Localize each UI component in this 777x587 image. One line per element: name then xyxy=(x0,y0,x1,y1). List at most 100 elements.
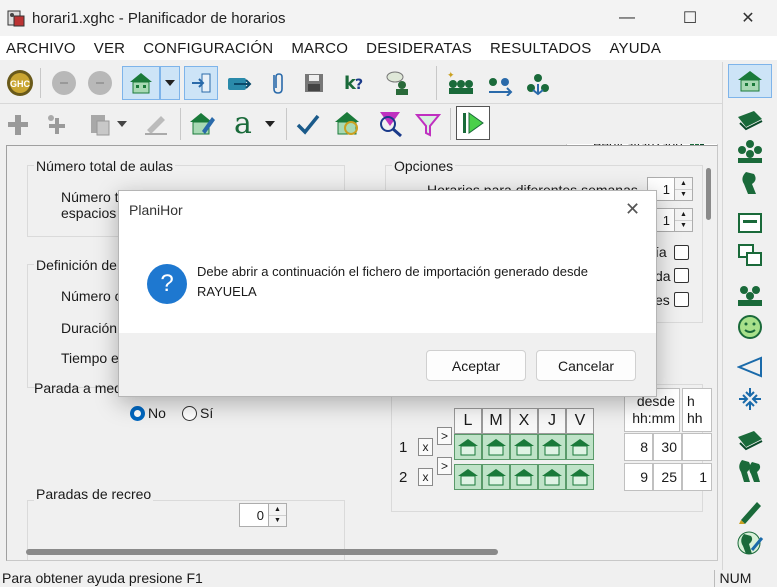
sidebar-teacher-edit-icon[interactable] xyxy=(735,528,765,558)
stepper-up-icon[interactable]: ▲ xyxy=(675,178,692,190)
menu-desideratas[interactable]: DESIDERATAS xyxy=(366,40,472,57)
row1-x-classroom-icon[interactable] xyxy=(510,434,538,460)
row2-l-classroom-icon[interactable] xyxy=(454,464,482,490)
menu-configuracion[interactable]: CONFIGURACIÓN xyxy=(143,40,273,57)
cancel-button[interactable]: Cancelar xyxy=(536,350,636,381)
option-checkbox-2[interactable] xyxy=(674,268,689,283)
row1-l-classroom-icon[interactable] xyxy=(454,434,482,460)
row1-end[interactable] xyxy=(682,433,712,461)
row2-j-classroom-icon[interactable] xyxy=(538,464,566,490)
magnifier-icon[interactable] xyxy=(374,108,406,140)
row2-m-classroom-icon[interactable] xyxy=(482,464,510,490)
filter-icon[interactable] xyxy=(412,108,444,140)
sidebar-teacher-icon[interactable] xyxy=(735,168,765,198)
chevron-down-icon[interactable] xyxy=(114,108,130,140)
stepper-down-icon[interactable]: ▼ xyxy=(675,189,692,200)
group-sparkle-icon[interactable]: ✦ xyxy=(444,67,476,99)
check-icon[interactable] xyxy=(292,108,324,140)
sidebar-arrow-left-icon[interactable] xyxy=(735,352,765,382)
maximize-button[interactable]: ☐ xyxy=(660,0,720,36)
classroom-house-button[interactable] xyxy=(122,66,160,100)
add-group-disabled-icon[interactable] xyxy=(40,108,72,140)
day-header-v: V xyxy=(566,408,594,434)
sidebar-screen-icon[interactable] xyxy=(735,208,765,238)
group-swap-icon[interactable] xyxy=(484,67,516,99)
disabled-circle-icon-2[interactable] xyxy=(84,67,116,99)
sidebar-smiley-icon[interactable] xyxy=(735,312,765,342)
row1-j-classroom-icon[interactable] xyxy=(538,434,566,460)
radio-no-label: No xyxy=(148,405,166,421)
hasta-header: h hh xyxy=(682,388,712,432)
sidebar-subjects-icon-2[interactable] xyxy=(735,424,765,454)
title-bar: horari1.xghc - Planificador de horarios … xyxy=(0,0,777,36)
opciones-title: Opciones xyxy=(392,158,456,174)
sidebar-teachers-icon[interactable] xyxy=(735,456,765,486)
toolbar-separator xyxy=(286,108,287,140)
edit-classroom-icon[interactable] xyxy=(186,108,218,140)
option-tail-3: es xyxy=(655,292,670,308)
run-play-icon[interactable] xyxy=(456,106,490,140)
minimize-button[interactable]: — xyxy=(597,0,657,36)
sidebar-people-icon[interactable] xyxy=(735,280,765,310)
menu-marco[interactable]: MARCO xyxy=(291,40,348,57)
group-spread-icon[interactable] xyxy=(522,67,554,99)
teacher-transfer-icon[interactable] xyxy=(222,67,254,99)
vertical-scrollbar[interactable] xyxy=(706,168,711,220)
sidebar-groups-icon[interactable] xyxy=(735,136,765,166)
horizontal-scrollbar[interactable] xyxy=(26,549,498,555)
search-classroom-icon[interactable] xyxy=(332,108,364,140)
save-icon[interactable] xyxy=(298,67,330,99)
row1-minute[interactable]: 30 xyxy=(653,433,682,461)
close-button[interactable]: ✕ xyxy=(718,0,777,36)
help-context-icon[interactable]: k? xyxy=(338,67,370,99)
row2-v-classroom-icon[interactable] xyxy=(566,464,594,490)
row2-minute[interactable]: 25 xyxy=(653,463,682,491)
row1-hour[interactable]: 8 xyxy=(624,433,653,461)
radio-si[interactable] xyxy=(182,406,197,421)
row2-x-classroom-icon[interactable] xyxy=(510,464,538,490)
menu-ayuda[interactable]: AYUDA xyxy=(609,40,661,57)
chevron-down-icon[interactable] xyxy=(160,66,180,100)
stepper-up-icon[interactable]: ▲ xyxy=(269,504,286,516)
menu-resultados[interactable]: RESULTADOS xyxy=(490,40,591,57)
option-checkbox-3[interactable] xyxy=(674,292,689,307)
sidebar-pencil-icon[interactable] xyxy=(735,496,765,526)
add-disabled-icon[interactable] xyxy=(2,108,34,140)
disabled-circle-icon[interactable] xyxy=(48,67,80,99)
sidebar-subjects-icon[interactable] xyxy=(735,104,765,134)
row2-delete-button[interactable]: x xyxy=(418,468,433,486)
ghc-logo-button[interactable]: GHC xyxy=(4,67,36,99)
chevron-down-icon[interactable] xyxy=(262,108,278,140)
sidebar-compress-icon[interactable] xyxy=(735,384,765,414)
row2-arrow-button[interactable]: > xyxy=(437,457,452,475)
row2-hour[interactable]: 9 xyxy=(624,463,653,491)
menu-archivo[interactable]: ARCHIVO xyxy=(6,40,76,57)
radio-no[interactable] xyxy=(130,406,145,421)
option-checkbox-1[interactable] xyxy=(674,245,689,260)
svg-text:✦: ✦ xyxy=(447,70,455,80)
assistant-icon[interactable] xyxy=(382,67,414,99)
parada-label: Parada a med xyxy=(34,380,122,396)
sidebar-classroom-button[interactable] xyxy=(728,64,772,98)
row1-v-classroom-icon[interactable] xyxy=(566,434,594,460)
app-icon xyxy=(6,8,26,28)
edit-disabled-icon[interactable] xyxy=(140,108,172,140)
accept-button[interactable]: Aceptar xyxy=(426,350,526,381)
font-button[interactable]: a xyxy=(228,106,258,141)
exit-arrow-button[interactable] xyxy=(184,66,218,100)
recreo-stepper[interactable]: 0 ▲ ▼ xyxy=(239,503,287,527)
sidebar-windows-icon[interactable] xyxy=(735,240,765,270)
stepper-down-icon[interactable]: ▼ xyxy=(269,515,286,526)
attachment-icon[interactable] xyxy=(262,67,294,99)
row2-end[interactable]: 1 xyxy=(682,463,712,491)
paste-disabled-icon[interactable] xyxy=(84,108,116,140)
row1-delete-button[interactable]: x xyxy=(418,438,433,456)
secondary-toolbar: a xyxy=(0,104,722,144)
row1-m-classroom-icon[interactable] xyxy=(482,434,510,460)
stepper-down-icon[interactable]: ▼ xyxy=(675,220,692,231)
row1-arrow-button[interactable]: > xyxy=(437,427,452,445)
menu-ver[interactable]: VER xyxy=(94,40,125,57)
svg-text:GHC: GHC xyxy=(10,79,31,89)
dialog-close-button[interactable]: ✕ xyxy=(625,199,640,220)
stepper-up-icon[interactable]: ▲ xyxy=(675,209,692,221)
